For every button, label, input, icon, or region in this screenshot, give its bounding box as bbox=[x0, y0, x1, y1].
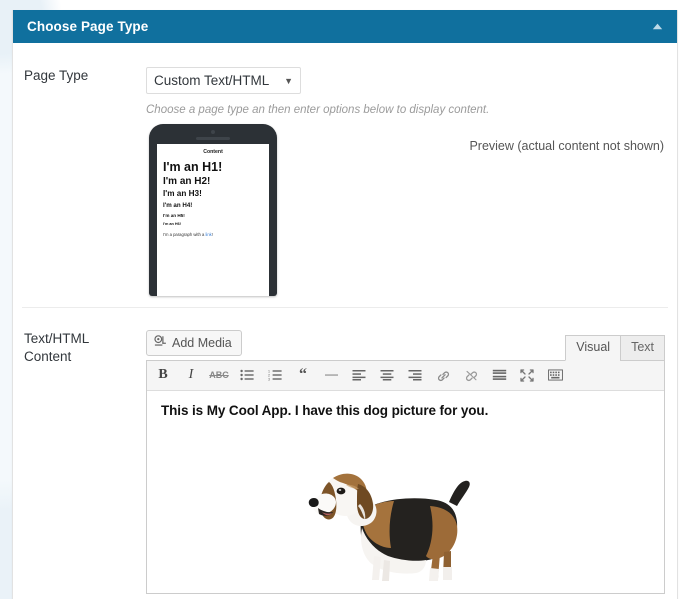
blockquote-icon[interactable]: “ bbox=[289, 363, 317, 387]
page-title: Choose Page Type bbox=[27, 19, 149, 34]
strikethrough-glyph: ABC bbox=[209, 370, 229, 381]
horizontal-rule-icon[interactable] bbox=[317, 363, 345, 387]
choose-page-type-panel: Choose Page Type Page Type Custom Text/H… bbox=[12, 10, 678, 599]
ordered-list-icon[interactable]: 1 2 3 bbox=[261, 363, 289, 387]
phone-heading-h1: I'm an H1! bbox=[163, 159, 223, 174]
phone-paragraph: I'm a paragraph with a link! bbox=[163, 232, 263, 237]
italic-glyph: I bbox=[188, 367, 194, 383]
dog-photo[interactable] bbox=[285, 435, 526, 586]
phone-screen-title: Content bbox=[203, 148, 223, 155]
panel-header: Choose Page Type bbox=[13, 10, 677, 43]
editor-topbar: Add Media Visual Text bbox=[146, 329, 665, 361]
text-html-content-label-line2: Content bbox=[24, 349, 72, 365]
phone-paragraph-prefix: I'm a paragraph with a bbox=[163, 231, 206, 237]
editor-column: Add Media Visual Text B I ABC 1 2 3 “ Th… bbox=[146, 329, 677, 594]
chevron-up-icon[interactable] bbox=[649, 19, 665, 35]
strikethrough-icon[interactable]: ABC bbox=[205, 363, 233, 387]
align-right-icon[interactable] bbox=[401, 363, 429, 387]
page-type-label: Page Type bbox=[24, 68, 89, 83]
page-type-select-wrap: Custom Text/HTML ▼ bbox=[146, 67, 301, 94]
preview-area: Preview (actual content not shown) Conte… bbox=[146, 123, 665, 300]
phone-heading-h6: I'm an H6! bbox=[163, 221, 181, 226]
tab-visual[interactable]: Visual bbox=[565, 334, 622, 361]
bold-icon[interactable]: B bbox=[149, 363, 177, 387]
phone-paragraph-suffix: ! bbox=[211, 231, 213, 237]
editor-paragraph: This is My Cool App. I have this dog pic… bbox=[161, 402, 489, 418]
phone-heading-h3: I'm an H3! bbox=[163, 188, 202, 198]
unlink-icon[interactable] bbox=[457, 363, 485, 387]
fullscreen-icon[interactable] bbox=[513, 363, 541, 387]
panel-body: Page Type Custom Text/HTML ▼ Choose a pa… bbox=[13, 43, 677, 594]
editor-content-area[interactable]: This is My Cool App. I have this dog pic… bbox=[147, 390, 664, 593]
blockquote-glyph: “ bbox=[299, 366, 307, 384]
preview-caption: Preview (actual content not shown) bbox=[469, 138, 664, 153]
align-left-icon[interactable] bbox=[345, 363, 373, 387]
editor-toolbar: B I ABC 1 2 3 “ bbox=[147, 360, 664, 391]
page-type-hint: Choose a page type an then enter options… bbox=[146, 104, 490, 116]
phone-heading-h4: I'm an H4! bbox=[163, 201, 193, 209]
phone-speaker-icon bbox=[196, 136, 230, 140]
page-type-row: Page Type Custom Text/HTML ▼ Choose a pa… bbox=[13, 43, 677, 300]
italic-icon[interactable]: I bbox=[177, 363, 205, 387]
text-html-content-row: Text/HTML Content Add Media Visual Text … bbox=[13, 308, 677, 594]
media-icon bbox=[154, 335, 167, 351]
phone-preview-mockup: Content I'm an H1! I'm an H2! I'm an H3!… bbox=[149, 123, 277, 296]
add-media-label: Add Media bbox=[172, 335, 232, 350]
editor-wrapper: B I ABC 1 2 3 “ This is My Cool App. I h… bbox=[146, 359, 665, 594]
phone-heading-h5: I'm an H5! bbox=[163, 213, 185, 218]
unordered-list-icon[interactable] bbox=[233, 363, 261, 387]
tab-text[interactable]: Text bbox=[620, 334, 665, 361]
phone-camera-icon bbox=[211, 129, 215, 134]
svg-text:3: 3 bbox=[268, 378, 270, 382]
toolbar-toggle-icon[interactable] bbox=[541, 363, 569, 387]
page-type-field: Custom Text/HTML ▼ Choose a page type an… bbox=[146, 67, 677, 300]
read-more-icon[interactable] bbox=[485, 363, 513, 387]
bold-glyph: B bbox=[158, 367, 168, 383]
text-html-content-label: Text/HTML Content bbox=[13, 330, 146, 594]
editor-image-wrap bbox=[161, 435, 650, 586]
link-icon[interactable] bbox=[429, 363, 457, 387]
page-type-select[interactable]: Custom Text/HTML bbox=[146, 67, 301, 94]
align-center-icon[interactable] bbox=[373, 363, 401, 387]
phone-screen: Content I'm an H1! I'm an H2! I'm an H3!… bbox=[157, 143, 269, 296]
add-media-button[interactable]: Add Media bbox=[146, 329, 242, 356]
phone-heading-h2: I'm an H2! bbox=[163, 175, 211, 187]
text-html-content-label-line1: Text/HTML bbox=[24, 330, 90, 346]
editor-mode-tabs: Visual Text bbox=[565, 334, 665, 361]
